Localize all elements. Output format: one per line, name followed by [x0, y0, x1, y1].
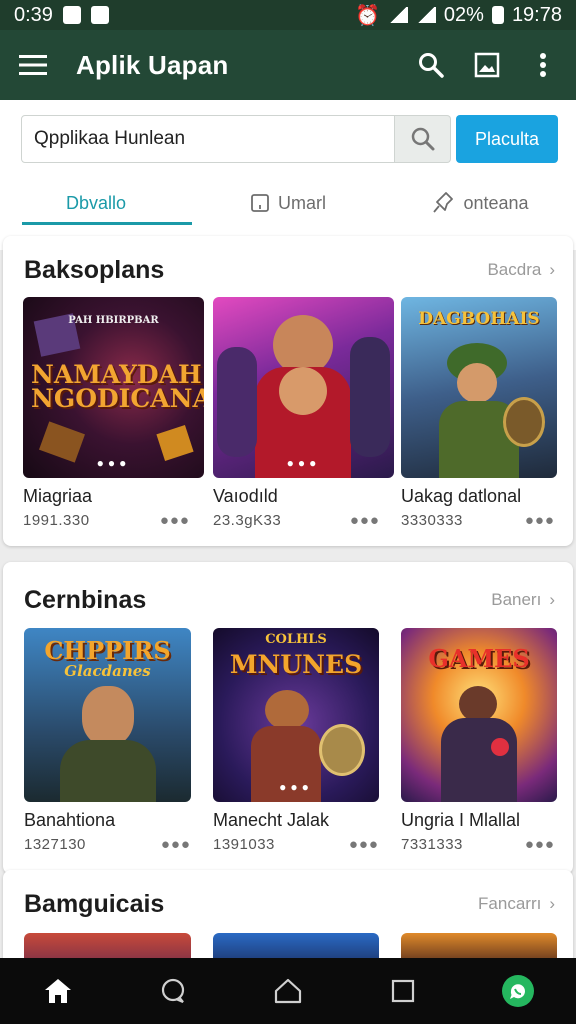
- section-title: Cernbinas: [24, 586, 147, 614]
- tab-label: Dbvallo: [65, 192, 127, 213]
- tab-third[interactable]: onteana: [384, 178, 576, 228]
- see-all-link[interactable]: Banerı ›: [491, 590, 555, 610]
- app-name: Miagriaa: [23, 486, 93, 506]
- primary-action-button[interactable]: Placulta: [456, 115, 558, 163]
- home-outline-icon[interactable]: [270, 973, 306, 1009]
- pin-icon: [433, 192, 454, 213]
- app-thumbnail: PAH HBIRPBAR NAMAYDAH NGODICANA ●●●: [23, 297, 204, 478]
- app-meta: 1391033: [213, 836, 275, 853]
- art-title: DAGBOHAIS: [418, 309, 540, 329]
- square-icon: [251, 194, 269, 212]
- tab-first[interactable]: Dbvallo: [0, 178, 192, 228]
- art-title: MNUNES: [229, 650, 363, 679]
- app-tile[interactable]: CHPPIRS Glacdanes Banahtiona 1327130 ●●●: [24, 628, 191, 853]
- more-dots-icon[interactable]: ●●●: [350, 512, 380, 529]
- battery-percent: 02%: [443, 3, 484, 26]
- whatsapp-chat-icon[interactable]: [500, 973, 536, 1009]
- app-thumbnail: CHPPIRS Glacdanes: [24, 628, 191, 802]
- app-name: Uakag datlonal: [401, 486, 522, 506]
- app-name: Banahtiona: [24, 810, 116, 830]
- art-caption: PAH HBIRPBAR: [68, 315, 159, 326]
- more-dots-icon[interactable]: ●●●: [525, 836, 555, 853]
- more-dots-icon[interactable]: ●●●: [525, 512, 555, 529]
- search-input[interactable]: Qpplikaa Hunlean: [21, 115, 395, 163]
- art-subtitle: Glacdanes: [64, 662, 151, 680]
- carousel-dots: ●●●: [96, 456, 131, 470]
- section-card: Baksoplans Bacdra › PAH HBIRPBAR NAMAYDA…: [3, 236, 573, 546]
- see-all-link[interactable]: Fancarrı ›: [478, 894, 555, 914]
- tab-label: Umarl: [278, 192, 326, 213]
- app-thumbnail: GAMES: [401, 628, 557, 802]
- menu-icon[interactable]: [18, 50, 48, 80]
- home-icon[interactable]: [40, 973, 76, 1009]
- notification-icon: [62, 6, 81, 24]
- section-title: Bamguicais: [24, 890, 165, 918]
- art-title: GAMES: [428, 644, 530, 673]
- alarm-icon: ⏰: [355, 4, 380, 27]
- app-meta: 3330333: [401, 512, 463, 529]
- app-tile[interactable]: GAMES Ungria I Mlallal 7331333 ●●●: [401, 628, 557, 853]
- wifi-icon: [387, 7, 408, 23]
- chat-icon[interactable]: [155, 973, 191, 1009]
- tab-second[interactable]: Umarl: [192, 178, 384, 228]
- app-name: Ungria I Mlallal: [401, 810, 521, 830]
- chevron-right-icon: ›: [549, 260, 555, 279]
- tab-label: onteana: [463, 192, 529, 213]
- app-meta: 1991.330: [23, 512, 90, 529]
- more-dots-icon[interactable]: ●●●: [161, 836, 191, 853]
- signal-icon: [415, 7, 436, 23]
- app-bar: Aplik Uapan: [0, 30, 576, 100]
- status-time-left: 0:39: [14, 3, 53, 26]
- chevron-right-icon: ›: [549, 590, 555, 609]
- chevron-right-icon: ›: [549, 894, 555, 913]
- recent-apps-icon[interactable]: [385, 973, 421, 1009]
- more-dots-icon[interactable]: ●●●: [349, 836, 379, 853]
- carousel-dots: ●●●: [279, 780, 313, 794]
- art-title: CHPPIRS: [44, 636, 171, 665]
- search-icon[interactable]: [416, 50, 446, 80]
- app-thumbnail: COLHLS MNUNES ●●●: [213, 628, 379, 802]
- see-all-label: Banerı: [491, 590, 542, 609]
- app-tile[interactable]: ●●● Vaıodıld 23.3gK33 ●●●: [213, 297, 394, 529]
- app-meta: 23.3gK33: [213, 512, 282, 529]
- more-vert-icon[interactable]: [528, 50, 558, 80]
- app-thumbnail: ●●●: [213, 297, 394, 478]
- image-icon[interactable]: [472, 50, 502, 80]
- battery-icon: [491, 6, 504, 24]
- notification-icon: [90, 6, 109, 24]
- see-all-link[interactable]: Bacdra ›: [487, 260, 555, 280]
- bottom-navigation: [0, 958, 576, 1024]
- art-title: NAMAYDAH NGODICANA: [31, 360, 204, 413]
- app-tile[interactable]: PAH HBIRPBAR NAMAYDAH NGODICANA ●●● Miag…: [23, 297, 204, 529]
- section-title: Baksoplans: [24, 256, 165, 284]
- app-meta: 7331333: [401, 836, 463, 853]
- search-panel: Qpplikaa Hunlean Placulta Dbvallo Umarl …: [0, 100, 576, 250]
- tab-bar: Dbvallo Umarl onteana: [0, 178, 576, 228]
- app-meta: 1327130: [24, 836, 86, 853]
- app-name: Vaıodıld: [213, 486, 278, 506]
- see-all-label: Fancarrı: [478, 894, 542, 913]
- search-icon: [411, 127, 434, 151]
- app-title: Aplik Uapan: [76, 49, 229, 80]
- section-card: Cernbinas Banerı › CHPPIRS Glacdanes Ban…: [3, 562, 573, 874]
- art-caption: COLHLS: [265, 632, 327, 647]
- active-tab-indicator: [22, 222, 192, 225]
- app-thumbnail: DAGBOHAIS: [401, 297, 557, 478]
- app-tile[interactable]: COLHLS MNUNES ●●● Manecht Jalak 1391033 …: [213, 628, 379, 853]
- status-time-right: 19:78: [511, 3, 562, 26]
- app-name: Manecht Jalak: [213, 810, 330, 830]
- app-tile[interactable]: DAGBOHAIS Uakag datlonal 3330333 ●●●: [401, 297, 557, 529]
- status-bar: 0:39 ⏰ 02% 19:78: [0, 0, 576, 30]
- carousel-dots: ●●●: [286, 456, 321, 470]
- see-all-label: Bacdra: [487, 260, 542, 279]
- more-dots-icon[interactable]: ●●●: [160, 512, 190, 529]
- search-button[interactable]: [395, 115, 451, 163]
